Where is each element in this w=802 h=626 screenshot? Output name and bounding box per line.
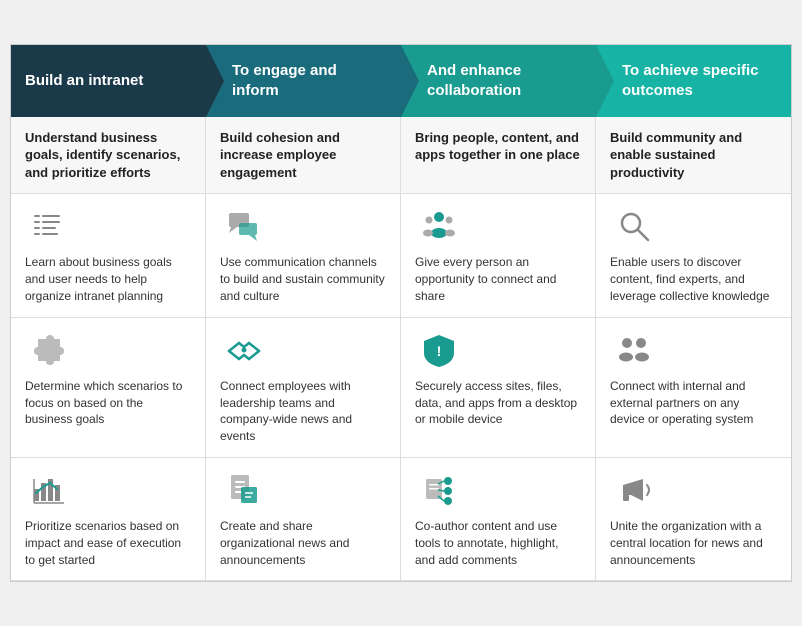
shield-icon: ! [415, 330, 463, 370]
subheader-cell-3: Bring people, content, and apps together… [401, 117, 596, 194]
cell-text-r1-c2: Use communication channels to build and … [220, 254, 386, 304]
svg-text:!: ! [437, 343, 442, 359]
header-cell-1: Build an intranet [11, 45, 206, 117]
cell-text-r3-c4: Unite the organization with a central lo… [610, 518, 777, 568]
share-icon [415, 470, 463, 510]
cell-r2-c4: Connect with internal and external partn… [596, 318, 791, 457]
header-row: Build an intranet To engage and inform A… [11, 45, 791, 117]
cell-r3-c2: Create and share organizational news and… [206, 458, 401, 580]
cell-r1-c4: Enable users to discover content, find e… [596, 194, 791, 316]
subheader-cell-1: Understand business goals, identify scen… [11, 117, 206, 194]
cell-text-r3-c1: Prioritize scenarios based on impact and… [25, 518, 191, 568]
cell-text-r2-c2: Connect employees with leadership teams … [220, 378, 386, 445]
cell-text-r2-c4: Connect with internal and external partn… [610, 378, 777, 428]
cell-r1-c2: Use communication channels to build and … [206, 194, 401, 316]
cell-text-r2-c3: Securely access sites, files, data, and … [415, 378, 581, 428]
handshake-icon [220, 330, 268, 370]
content-row-2: Determine which scenarios to focus on ba… [11, 318, 791, 458]
list-icon [25, 206, 73, 246]
chart-icon [25, 470, 73, 510]
document-icon [220, 470, 268, 510]
content-row-3: Prioritize scenarios based on impact and… [11, 458, 791, 581]
users-icon [610, 330, 658, 370]
search-icon [610, 206, 658, 246]
cell-text-r1-c3: Give every person an opportunity to conn… [415, 254, 581, 304]
header-cell-2: To engage and inform [206, 45, 401, 117]
people-icon [415, 206, 463, 246]
cell-r2-c1: Determine which scenarios to focus on ba… [11, 318, 206, 457]
cell-r3-c3: Co-author content and use tools to annot… [401, 458, 596, 580]
header-label-3: And enhance collaboration [427, 61, 582, 100]
subheader-row: Understand business goals, identify scen… [11, 117, 791, 195]
puzzle-icon [25, 330, 73, 370]
cell-text-r1-c4: Enable users to discover content, find e… [610, 254, 777, 304]
main-container: Build an intranet To engage and inform A… [10, 44, 792, 583]
cell-r1-c3: Give every person an opportunity to conn… [401, 194, 596, 316]
header-cell-3: And enhance collaboration [401, 45, 596, 117]
subheader-cell-4: Build community and enable sustained pro… [596, 117, 791, 194]
cell-text-r3-c3: Co-author content and use tools to annot… [415, 518, 581, 568]
cell-text-r2-c1: Determine which scenarios to focus on ba… [25, 378, 191, 428]
cell-r3-c1: Prioritize scenarios based on impact and… [11, 458, 206, 580]
chat-icon [220, 206, 268, 246]
megaphone-icon [610, 470, 658, 510]
header-label-2: To engage and inform [232, 61, 387, 100]
header-cell-4: To achieve specific outcomes [596, 45, 791, 117]
cell-text-r1-c1: Learn about business goals and user need… [25, 254, 191, 304]
header-label-4: To achieve specific outcomes [622, 61, 777, 100]
cell-text-r3-c2: Create and share organizational news and… [220, 518, 386, 568]
cell-r2-c2: Connect employees with leadership teams … [206, 318, 401, 457]
cell-r2-c3: ! Securely access sites, files, data, an… [401, 318, 596, 457]
header-label-1: Build an intranet [25, 71, 143, 91]
content-row-1: Learn about business goals and user need… [11, 194, 791, 317]
subheader-cell-2: Build cohesion and increase employee eng… [206, 117, 401, 194]
cell-r1-c1: Learn about business goals and user need… [11, 194, 206, 316]
cell-r3-c4: Unite the organization with a central lo… [596, 458, 791, 580]
